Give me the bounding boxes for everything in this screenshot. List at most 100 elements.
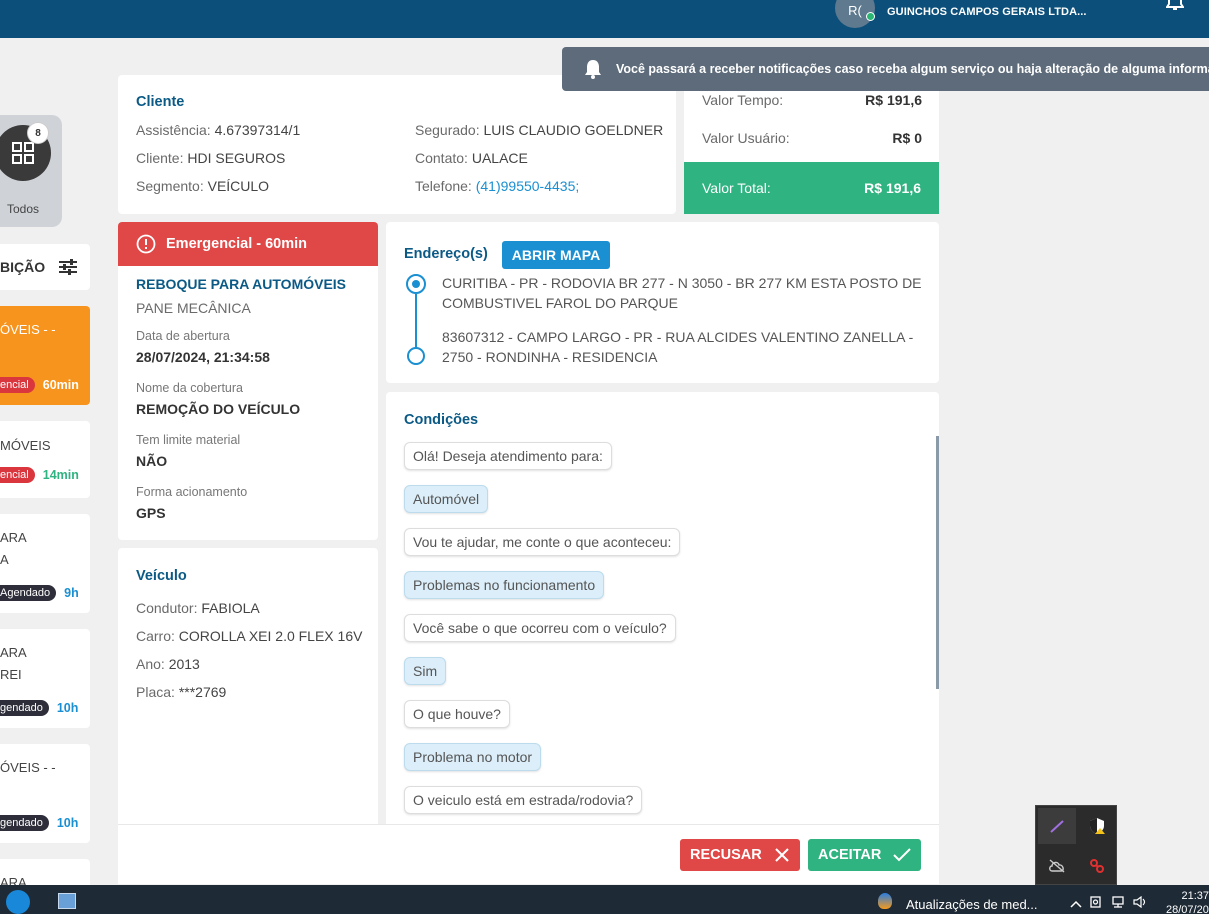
network-icon[interactable] — [1111, 896, 1125, 908]
valor-total-bar: Valor Total: R$ 191,6 — [684, 162, 939, 214]
sliders-icon[interactable] — [59, 259, 78, 275]
service-time: 60min — [42, 378, 79, 392]
cliente-value: HDI SEGUROS — [187, 150, 286, 166]
placa-label: Placa: — [136, 684, 175, 700]
service-subtitle: A — [0, 552, 9, 567]
network-error-icon[interactable] — [1078, 848, 1116, 884]
valor-total-label: Valor Total: — [702, 180, 771, 196]
company-name[interactable]: GUINCHOS CAMPOS GERAIS LTDA... — [887, 6, 1087, 18]
service-type-tag: Agendado — [0, 585, 57, 601]
notifications-bell-icon[interactable] — [1166, 0, 1184, 10]
valores-card: Valor Tempo: R$ 191,6 Valor Usuário: R$ 0 … — [684, 75, 939, 214]
cobertura-label: Nome da cobertura — [136, 381, 244, 395]
service-list-item[interactable]: ÓVEIS - - encial 60min — [0, 306, 90, 405]
service-list-item[interactable]: ARA REI gendado 10h — [0, 629, 90, 728]
destination-address: 83607312 - CAMPO LARGO - PR - RUA ALCIDE… — [442, 329, 914, 365]
clock-date: 28/07/2024 — [1166, 904, 1209, 914]
condicoes-scrollbar[interactable] — [936, 436, 939, 689]
chat-answer: Automóvel — [404, 485, 489, 513]
assistencia-label: Assistência: — [136, 122, 211, 138]
contato-value: UALACE — [471, 150, 528, 166]
valor-total-value: R$ 191,6 — [864, 180, 921, 196]
service-list-item[interactable]: ÓVEIS - - gendado 10h — [0, 744, 90, 843]
carro-label: Carro: — [136, 628, 175, 644]
notification-toast: Você passará a receber notificações caso… — [562, 47, 1209, 91]
aceitar-label: ACEITAR — [818, 847, 882, 863]
telefone-label: Telefone: — [415, 178, 472, 194]
service-type-tag: encial — [0, 377, 35, 393]
abrir-mapa-button[interactable]: ABRIR MAPA — [502, 241, 610, 269]
segurado-value: LUIS CLAUDIO GOELDNER — [483, 122, 664, 138]
condutor-label: Condutor: — [136, 600, 198, 616]
service-time: 10h — [56, 816, 79, 830]
abertura-label: Data de abertura — [136, 329, 230, 343]
cliente-title: Cliente — [136, 94, 185, 110]
cloud-offline-icon[interactable] — [1038, 848, 1076, 884]
condicoes-title: Condições — [404, 412, 479, 428]
online-status-dot — [866, 12, 875, 21]
service-subtitle: REI — [0, 667, 22, 682]
bell-icon — [585, 60, 601, 79]
recusar-label: RECUSAR — [690, 847, 762, 863]
limite-value: NÃO — [136, 453, 168, 469]
pen-icon[interactable] — [1038, 808, 1076, 844]
cliente-card: Cliente Assistência: 4.67397314/1 Client… — [118, 75, 676, 214]
service-title: ARA — [0, 530, 27, 545]
valor-usuario-label: Valor Usuário: — [702, 130, 790, 146]
service-title: ÓVEIS - - — [0, 760, 56, 775]
meet-icon[interactable] — [1089, 896, 1104, 908]
servico-tipo: REBOQUE PARA AUTOMÓVEIS — [136, 276, 347, 292]
assistencia-value: 4.67397314/1 — [214, 122, 301, 138]
toast-message: Você passará a receber notificações caso… — [616, 62, 1209, 76]
ano-label: Ano: — [136, 656, 165, 672]
browser-icon[interactable] — [6, 890, 30, 914]
segmento-label: Segmento: — [136, 178, 204, 194]
enderecos-title: Endereço(s) — [404, 246, 488, 262]
chat-question: O que houve? — [404, 700, 510, 728]
veiculo-title: Veículo — [136, 568, 187, 584]
valor-tempo-value: R$ 191,6 — [865, 92, 922, 108]
filter-label: BIÇÃO — [0, 259, 46, 275]
veiculo-card: Veículo Condutor: FABIOLA Carro: COROLLA… — [118, 548, 378, 838]
chat-question: Vou te ajudar, me conte o que aconteceu: — [404, 528, 681, 556]
service-type-tag: gendado — [0, 815, 49, 831]
recusar-button[interactable]: RECUSAR — [680, 839, 800, 871]
check-icon — [893, 848, 912, 862]
shield-warning-icon[interactable] — [1078, 808, 1116, 844]
aceitar-button[interactable]: ACEITAR — [808, 839, 921, 871]
servico-motivo: PANE MECÂNICA — [136, 300, 251, 316]
chevron-up-icon[interactable] — [1070, 900, 1082, 908]
chat-answer: Problema no motor — [404, 743, 542, 771]
origin-marker-icon — [406, 274, 426, 294]
service-time: 14min — [42, 468, 79, 482]
system-tray-overflow — [1035, 805, 1117, 885]
chat-question: O veiculo está em estrada/rodovia? — [404, 786, 643, 814]
chat-question: Olá! Deseja atendimento para: — [404, 442, 612, 470]
system-clock[interactable]: 21:37 28/07/2024 — [1166, 889, 1209, 914]
service-type-tag: gendado — [0, 700, 49, 716]
app-window-icon[interactable] — [58, 893, 76, 909]
service-time: 10h — [56, 701, 79, 715]
clock-time: 21:37 — [1181, 890, 1209, 902]
telefone-link[interactable]: (41)99550-4435; — [476, 178, 580, 194]
service-list-item[interactable]: ARA A Agendado 9h — [0, 514, 90, 613]
volume-icon[interactable] — [1133, 895, 1147, 909]
destination-marker-icon — [407, 347, 425, 365]
todos-count-badge: 8 — [27, 122, 49, 144]
taskbar-notification[interactable]: Atualizações de med... — [906, 897, 1038, 912]
carro-value: COROLLA XEI 2.0 FLEX 16V — [178, 628, 363, 644]
display-filter[interactable]: BIÇÃO — [0, 244, 90, 290]
todos-label: Todos — [7, 202, 40, 216]
cliente-label: Cliente: — [136, 150, 184, 166]
service-title: ÓVEIS - - — [0, 322, 56, 337]
service-time: 9h — [64, 586, 79, 600]
taskbar: Atualizações de med... 21:37 28/07/2024 — [0, 885, 1209, 914]
tray-icons[interactable] — [1070, 895, 1147, 911]
acionamento-value: GPS — [136, 505, 166, 521]
contato-label: Contato: — [415, 150, 468, 166]
condutor-value: FABIOLA — [201, 600, 260, 616]
service-title: ARA — [0, 645, 27, 660]
chat-answer: Problemas no funcionamento — [404, 571, 605, 599]
service-list-item[interactable]: MÓVEIS encial 14min — [0, 421, 90, 498]
acionamento-label: Forma acionamento — [136, 485, 248, 499]
